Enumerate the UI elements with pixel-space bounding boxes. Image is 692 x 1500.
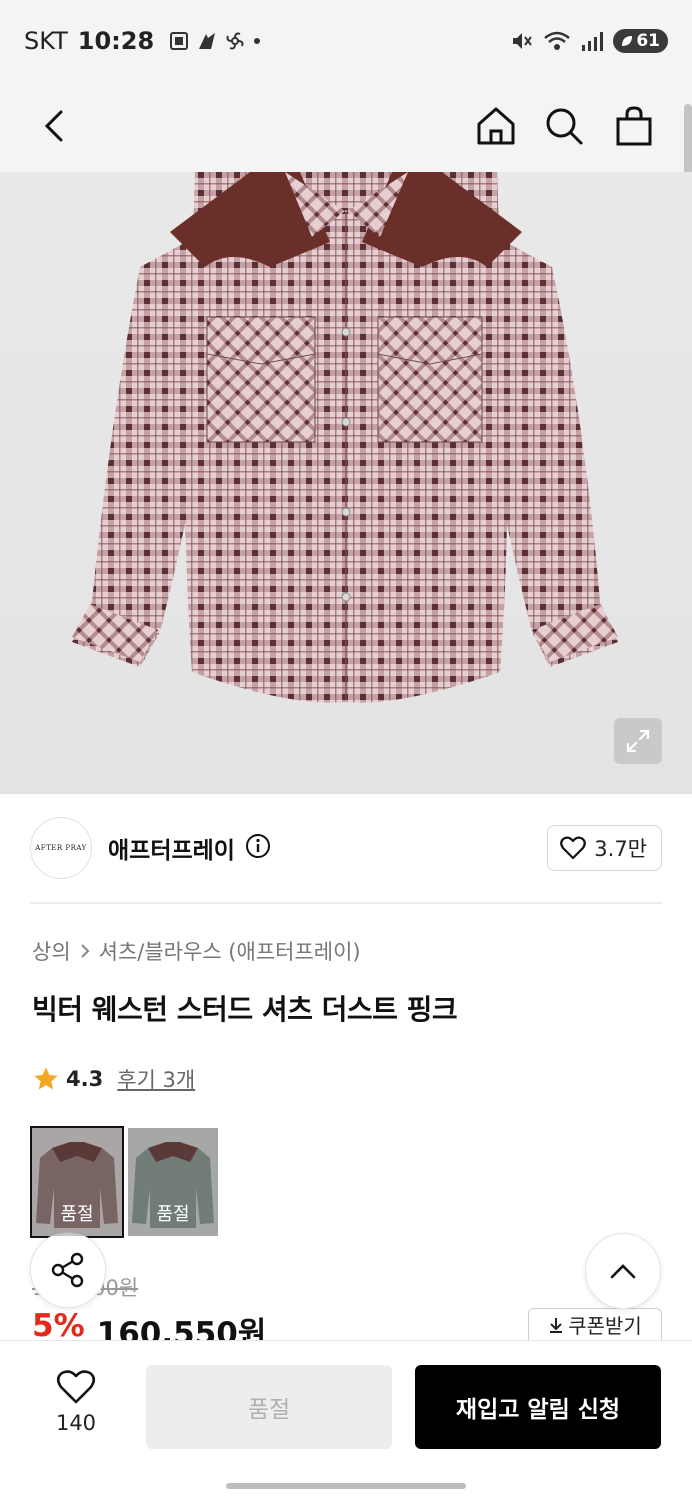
product-image[interactable] bbox=[0, 172, 692, 794]
wishlist-button[interactable]: 140 bbox=[40, 1369, 112, 1435]
breadcrumb: 상의 셔츠/블라우스 (애프터프레이) bbox=[32, 936, 361, 966]
back-button[interactable] bbox=[28, 100, 80, 152]
app-header bbox=[0, 82, 692, 172]
star-icon bbox=[34, 1067, 58, 1090]
brand-like-button[interactable]: 3.7만 bbox=[547, 825, 662, 871]
brand-info-button[interactable] bbox=[245, 833, 271, 863]
product-title: 빅터 웨스턴 스터드 셔츠 더스트 핑크 bbox=[32, 993, 458, 1026]
brand-logo[interactable]: AFTER PRAY bbox=[30, 817, 92, 879]
breadcrumb-category[interactable]: 상의 bbox=[32, 936, 71, 966]
dot-icon bbox=[254, 38, 261, 44]
mute-icon bbox=[513, 33, 533, 49]
divider bbox=[30, 902, 662, 904]
search-icon bbox=[546, 108, 583, 145]
brand-like-count: 3.7만 bbox=[594, 837, 647, 861]
shopping-bag-button[interactable] bbox=[608, 100, 660, 152]
swatch-green[interactable]: 품절 bbox=[128, 1128, 218, 1236]
download-icon bbox=[550, 1317, 563, 1333]
review-link[interactable]: 후기 3개 bbox=[117, 1064, 195, 1094]
breadcrumb-subcategory[interactable]: 셔츠/블라우스 (애프터프레이) bbox=[99, 936, 361, 966]
shirt-image bbox=[72, 172, 618, 703]
bag-icon bbox=[616, 106, 652, 146]
info-icon bbox=[245, 834, 270, 858]
expand-image-button[interactable] bbox=[614, 718, 662, 764]
coupon-label: 쿠폰받기 bbox=[568, 1314, 642, 1338]
home-indicator[interactable] bbox=[226, 1483, 466, 1489]
chevron-right-icon bbox=[80, 944, 90, 958]
expand-icon bbox=[626, 729, 650, 753]
color-swatches: 품절 품절 bbox=[30, 1126, 218, 1238]
wifi-icon bbox=[544, 31, 571, 50]
discount-rate: 5% bbox=[32, 1308, 85, 1340]
chevron-up-icon bbox=[610, 1264, 636, 1279]
leaf-icon bbox=[622, 36, 633, 46]
swatch-soldout-label: 품절 bbox=[156, 1204, 190, 1225]
battery-indicator: 61 bbox=[613, 29, 668, 53]
swatch-pink[interactable]: 품절 bbox=[30, 1126, 124, 1238]
pinwheel-icon bbox=[226, 32, 244, 50]
price-row: 5% 160,550원 bbox=[32, 1308, 266, 1340]
brand-row: AFTER PRAY 애프터프레이 3.7만 bbox=[30, 816, 662, 880]
bottom-action-bar: 140 품절 재입고 알림 신청 bbox=[0, 1340, 692, 1500]
search-button[interactable] bbox=[538, 100, 590, 152]
heart-icon bbox=[56, 1370, 96, 1404]
wishlist-count: 140 bbox=[55, 1411, 97, 1435]
battery-level: 61 bbox=[636, 31, 660, 51]
soldout-button: 품절 bbox=[146, 1365, 392, 1449]
home-button[interactable] bbox=[470, 100, 522, 152]
brand-logo-text: AFTER PRAY bbox=[35, 844, 87, 852]
rating-row: 4.3 후기 3개 bbox=[32, 1064, 195, 1094]
scroll-top-button[interactable] bbox=[585, 1233, 661, 1309]
rating-score: 4.3 bbox=[66, 1067, 104, 1091]
brand-name[interactable]: 애프터프레이 bbox=[108, 831, 235, 865]
signal-icon bbox=[582, 32, 604, 51]
share-button[interactable] bbox=[30, 1232, 106, 1308]
carrier-name: SKT bbox=[24, 27, 68, 55]
sale-price: 160,550원 bbox=[96, 1316, 267, 1340]
back-icon bbox=[44, 110, 63, 142]
app-notification-icon bbox=[199, 33, 216, 49]
status-bar: SKT 10:28 61 bbox=[0, 0, 692, 82]
coupon-button[interactable]: 쿠폰받기 bbox=[528, 1308, 662, 1340]
home-icon bbox=[477, 107, 515, 145]
swatch-soldout-label: 품절 bbox=[60, 1204, 94, 1225]
heart-icon bbox=[560, 836, 587, 860]
status-time: 10:28 bbox=[77, 27, 155, 55]
share-icon bbox=[51, 1252, 84, 1288]
restock-alert-button[interactable]: 재입고 알림 신청 bbox=[415, 1365, 661, 1449]
screenshot-icon bbox=[170, 32, 189, 50]
